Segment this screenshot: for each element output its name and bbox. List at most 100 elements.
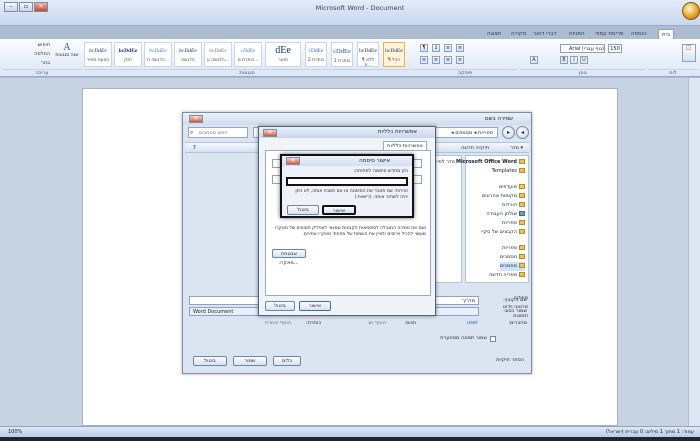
style-name: הדגשה	[181, 58, 195, 63]
thumbnail-checkbox[interactable]	[490, 336, 496, 342]
style-subtitle[interactable]: cDdEe כותרת מ...	[234, 42, 262, 67]
nav-item-label: ספריות	[502, 245, 517, 251]
nav-item-office[interactable]: Microsoft Office Word	[456, 158, 525, 167]
align-center-icon[interactable]: ≡	[432, 56, 440, 64]
macro-security-button[interactable]: אבטחת מאקרו...	[272, 249, 306, 266]
numbering-icon[interactable]: ≡	[456, 44, 464, 52]
new-folder-button[interactable]: תיקייה חדשה	[461, 143, 489, 153]
sort-icon[interactable]: ↕	[432, 44, 440, 52]
general-options-close-button[interactable]: ✕	[263, 129, 277, 137]
office-button-icon[interactable]	[682, 2, 700, 20]
italic-icon[interactable]: I	[570, 56, 578, 64]
style-name: כותרת מ...	[237, 58, 259, 63]
style-subtle-emphasis[interactable]: bcDdEe הדגשה ע...	[204, 42, 232, 67]
tab-mailings[interactable]: דברי דואר	[530, 29, 560, 39]
nav-item-downloads[interactable]: הורדות	[502, 201, 525, 210]
tab-insert[interactable]: הוספה	[628, 29, 650, 39]
library-icon	[519, 245, 525, 250]
organize-button[interactable]: סדר ▾	[510, 143, 523, 153]
search-input[interactable]: חפש מסמכים	[188, 127, 248, 138]
nav-item-recent[interactable]: מקומות אחרונים	[482, 192, 525, 201]
folder-icon	[519, 159, 525, 164]
nav-item-documents-1[interactable]: מסמכים	[500, 253, 525, 262]
nav-item-libraries[interactable]: ספריות	[502, 244, 525, 253]
change-styles-button[interactable]: A שנה סגנונות	[54, 42, 80, 67]
tab-references[interactable]: הפניות	[566, 29, 588, 39]
replace-item[interactable]: החלפה	[22, 51, 50, 57]
nav-item-templates[interactable]: Templates	[492, 167, 525, 176]
tags-value[interactable]: הוסף תג	[348, 320, 386, 326]
font-size-box[interactable]: 150	[608, 44, 622, 53]
minimize-button[interactable]: –	[4, 2, 18, 12]
font-color-icon[interactable]: A	[530, 56, 538, 64]
hide-folders-toggle[interactable]: הסתר תיקיות	[468, 357, 524, 363]
style-no-spacing[interactable]: bcDdEe ¶ ללא מ...	[357, 42, 379, 68]
style-name: ¶ רגיל	[387, 58, 401, 63]
align-right-icon[interactable]: ≡	[420, 56, 428, 64]
cancel-button[interactable]: ביטול	[193, 356, 227, 366]
style-normal[interactable]: bcDdEe ¶ רגיל	[383, 42, 405, 67]
zoom-level[interactable]: 100%	[8, 427, 22, 437]
confirm-cancel-button[interactable]: ביטול	[287, 205, 319, 215]
style-preview: bcDdEe	[179, 48, 197, 54]
bullets-icon[interactable]: ≡	[444, 44, 452, 52]
confirm-password-dialog: אישור סיסמה ✕ הזן מחדש סיסמה לפתיחה: זהי…	[280, 154, 414, 218]
style-heading-2[interactable]: cDdEe כותרת 2	[305, 42, 327, 67]
style-title[interactable]: dEe תואר	[265, 42, 301, 67]
bold-icon[interactable]: B	[560, 56, 568, 64]
tools-dropdown[interactable]: כלים	[273, 356, 301, 366]
style-name: תואר	[278, 58, 288, 63]
reenter-password-field[interactable]	[286, 177, 408, 186]
select-item[interactable]: בחר	[22, 60, 50, 66]
save-as-title: שמירה בשם	[183, 113, 531, 125]
close-button[interactable]: ✕	[34, 2, 48, 12]
tab-view[interactable]: תצוגה	[484, 29, 504, 39]
style-preview: bcDdEe	[118, 48, 138, 54]
style-name: הדגשה ע...	[207, 58, 229, 63]
tab-home[interactable]: בית	[658, 29, 675, 39]
tab-review[interactable]: סקירה	[508, 29, 529, 39]
nav-item-label: הקבצים של סקיי	[481, 229, 517, 235]
style-intense-emphasis[interactable]: bcDdEe הדגשה ח...	[144, 42, 172, 67]
tab-page-layout[interactable]: פריסת עמוד	[592, 29, 626, 39]
save-button[interactable]: שמור	[233, 356, 267, 366]
style-quote[interactable]: bcDdEe הצעת מחיר	[84, 42, 112, 67]
confirm-ok-button[interactable]: אישור	[322, 205, 356, 215]
title-value[interactable]: הוסף כותרת	[241, 320, 291, 326]
general-ok-button[interactable]: אישור	[299, 301, 331, 311]
nav-item-favorites[interactable]: מועדפים	[499, 183, 525, 192]
back-button[interactable]: ◂	[516, 126, 529, 139]
group-clipboard-label: לוח	[648, 69, 698, 76]
authors-value[interactable]: user	[448, 320, 478, 326]
change-styles-label: שנה סגנונות	[55, 53, 79, 58]
maximize-button[interactable]: ▫	[19, 2, 33, 12]
align-left-icon[interactable]: ≡	[444, 56, 452, 64]
save-as-close-button[interactable]: ✕	[189, 115, 203, 123]
nav-item-libraries-link[interactable]: ספריות	[502, 219, 525, 228]
nav-item-label: מקומות אחרונים	[481, 193, 517, 199]
underline-icon[interactable]: U	[580, 56, 588, 64]
font-name-box[interactable]: (גוף עברי) Arial	[560, 44, 605, 53]
forward-button[interactable]: ▸	[502, 126, 515, 139]
tab-general-options[interactable]: אפשרויות כלליות	[383, 141, 427, 150]
nav-item-label: הורדות	[502, 202, 517, 208]
style-emphasis[interactable]: bcDdEe הדגשה	[174, 42, 202, 67]
style-preview: cDdEe	[240, 48, 256, 54]
save-type-label: שמור כסוג:	[503, 308, 527, 314]
help-icon[interactable]: ?	[193, 143, 196, 153]
nav-item-documents-2[interactable]: מסמכים	[499, 262, 525, 271]
vertical-ruler	[688, 78, 700, 426]
find-item[interactable]: חיפוש	[22, 42, 50, 48]
nav-item-skydrive[interactable]: הקבצים של סקיי	[481, 228, 525, 237]
nav-item-new-library[interactable]: ספריה חדשה	[489, 271, 525, 280]
general-cancel-button[interactable]: ביטול	[265, 301, 295, 311]
nav-item-label: שולחן העבודה	[486, 211, 517, 217]
justify-icon[interactable]: ≡	[456, 56, 464, 64]
nav-item-desktop[interactable]: שולחן העבודה	[486, 210, 525, 219]
paste-icon[interactable]: 📋	[682, 44, 696, 62]
style-heading-1[interactable]: cDdEe כותרת 1	[331, 42, 353, 67]
folder-icon	[519, 202, 525, 207]
confirm-password-close-button[interactable]: ✕	[286, 157, 300, 165]
style-strong[interactable]: bcDdEe חזק	[114, 42, 142, 67]
paragraph-mark-icon[interactable]: ¶	[420, 44, 428, 52]
